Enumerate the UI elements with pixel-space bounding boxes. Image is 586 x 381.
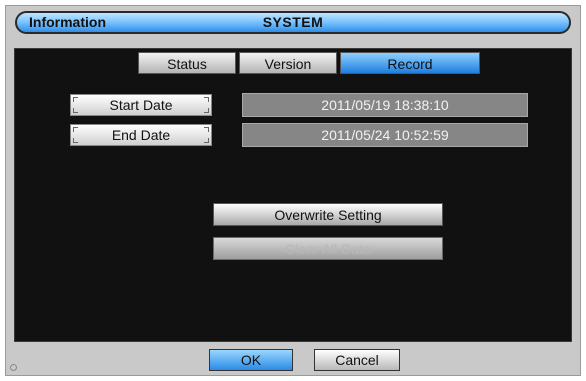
start-date-label: Start Date (70, 94, 212, 116)
start-date-value: 2011/05/19 18:38:10 (242, 93, 528, 117)
end-date-value: 2011/05/24 10:52:59 (242, 123, 528, 147)
clear-all-data-button[interactable]: Clear All Data (213, 237, 443, 260)
tab-bar: Status Version Record (138, 52, 483, 74)
tab-version[interactable]: Version (239, 52, 337, 74)
overwrite-setting-button[interactable]: Overwrite Setting (213, 203, 443, 226)
tab-record[interactable]: Record (340, 52, 480, 74)
resize-handle-icon (10, 364, 17, 371)
cancel-button[interactable]: Cancel (314, 349, 400, 371)
title-bar[interactable]: Information SYSTEM (15, 11, 571, 34)
window-subtitle: SYSTEM (262, 14, 324, 30)
start-date-label-text: Start Date (109, 97, 173, 113)
end-date-label-text: End Date (111, 127, 171, 143)
ok-button[interactable]: OK (209, 349, 293, 371)
end-date-label: End Date (70, 124, 212, 146)
tab-status[interactable]: Status (138, 52, 236, 74)
system-information-dialog: Information SYSTEM Status Version Record… (5, 5, 581, 376)
content-panel: Status Version Record Start Date 2011/05… (14, 48, 572, 342)
